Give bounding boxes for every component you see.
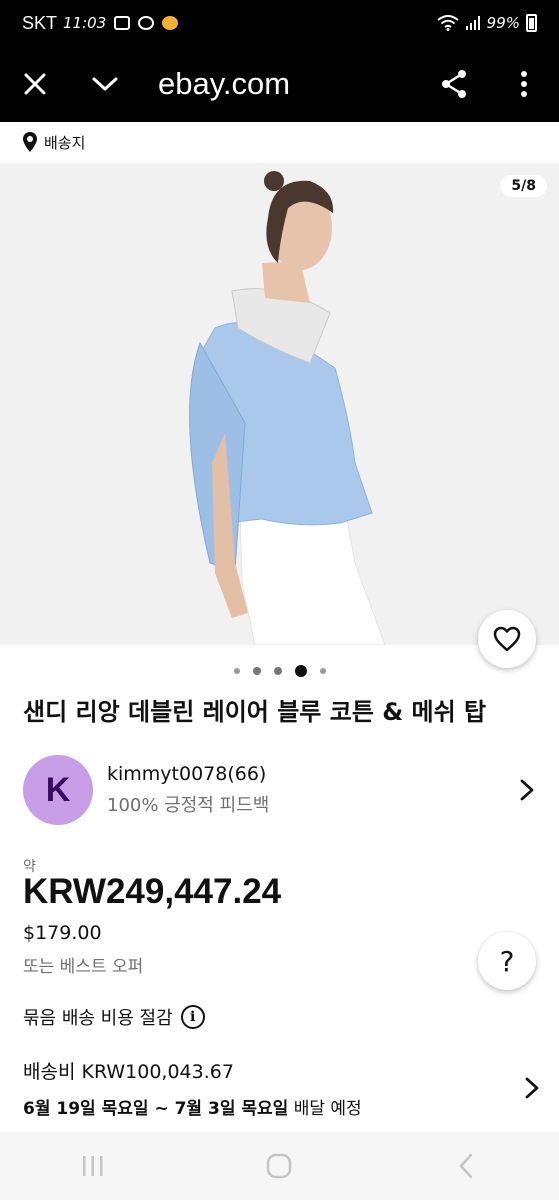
system-navigation-bar xyxy=(0,1132,559,1200)
seller-name: kimmyt0078(66) xyxy=(107,763,267,785)
chevron-right-icon xyxy=(515,778,539,802)
wifi-icon xyxy=(437,15,459,31)
battery-percent: 99% xyxy=(486,14,520,32)
seller-card[interactable]: K kimmyt0078(66) 100% 긍정적 피드백 xyxy=(23,754,539,826)
combined-shipping-label: 묶음 배송 비용 절감 xyxy=(23,1008,173,1029)
delivery-suffix: 배달 예정 xyxy=(288,1099,362,1119)
url-label[interactable]: ebay.com xyxy=(158,66,419,102)
clock: 11:03 xyxy=(63,14,107,32)
ship-to-label: 배송지 xyxy=(44,133,86,152)
browser-toolbar: ebay.com xyxy=(0,46,559,122)
best-offer-label: 또는 베스트 오퍼 xyxy=(23,957,144,977)
seller-avatar: K xyxy=(23,755,93,825)
shipping-cost: 배송비 KRW100,043.67 xyxy=(23,1061,234,1083)
info-icon[interactable]: i xyxy=(180,1005,205,1029)
chevron-right-icon xyxy=(525,1077,539,1103)
help-button[interactable]: ? xyxy=(478,932,536,990)
shipping-row[interactable]: 배송비 KRW100,043.67 6월 19일 목요일 ~ 7월 3일 목요일… xyxy=(23,1057,539,1127)
home-icon xyxy=(267,1153,292,1179)
chevron-down-icon xyxy=(92,77,118,91)
product-image-gallery[interactable]: 5/8 xyxy=(0,163,559,645)
carrier-label: SKT xyxy=(22,12,58,33)
chat-notification-icon xyxy=(138,16,155,30)
more-vertical-icon xyxy=(521,71,527,97)
location-pin-icon xyxy=(23,132,37,152)
gallery-dot[interactable] xyxy=(252,667,261,675)
battery-icon xyxy=(526,14,537,32)
gallery-pagination xyxy=(0,665,559,677)
seller-feedback: 100% 긍정적 피드백 xyxy=(107,795,270,816)
product-photo xyxy=(0,163,559,645)
heart-icon xyxy=(493,626,521,652)
gallery-dot[interactable] xyxy=(273,667,282,675)
gallery-dot-active[interactable] xyxy=(294,665,307,677)
home-button[interactable] xyxy=(239,1136,319,1196)
price-usd: $179.00 xyxy=(23,922,102,944)
gallery-notification-icon xyxy=(114,16,131,30)
share-icon xyxy=(442,70,466,98)
product-title: 샌디 리앙 데블린 레이어 블루 코튼 & 메쉬 탑 xyxy=(23,698,487,726)
gallery-dot[interactable] xyxy=(319,668,326,674)
close-button[interactable] xyxy=(0,46,70,122)
back-icon xyxy=(459,1153,473,1179)
signal-icon xyxy=(465,16,480,30)
delivery-estimate: 6월 19일 목요일 ~ 7월 3일 목요일 배달 예정 xyxy=(23,1094,539,1119)
combined-shipping-row[interactable]: 묶음 배송 비용 절감 i xyxy=(23,1004,205,1030)
minimize-button[interactable] xyxy=(70,46,140,122)
share-button[interactable] xyxy=(419,46,489,122)
gallery-dot[interactable] xyxy=(233,668,240,674)
help-icon: ? xyxy=(499,944,515,978)
close-icon xyxy=(24,73,46,95)
more-options-button[interactable] xyxy=(489,46,559,122)
status-bar: SKT 11:03 99% xyxy=(0,0,559,46)
add-to-watchlist-button[interactable] xyxy=(478,610,536,668)
app-notification-icon xyxy=(162,16,179,30)
recent-apps-button[interactable] xyxy=(53,1136,133,1196)
ship-to-selector[interactable]: 배송지 xyxy=(0,122,559,162)
price-krw: KRW249,447.24 xyxy=(23,872,282,911)
recent-apps-icon xyxy=(83,1156,103,1176)
image-counter: 5/8 xyxy=(500,175,547,197)
delivery-date-range: 6월 19일 목요일 ~ 7월 3일 목요일 xyxy=(23,1099,289,1119)
back-button[interactable] xyxy=(426,1136,506,1196)
